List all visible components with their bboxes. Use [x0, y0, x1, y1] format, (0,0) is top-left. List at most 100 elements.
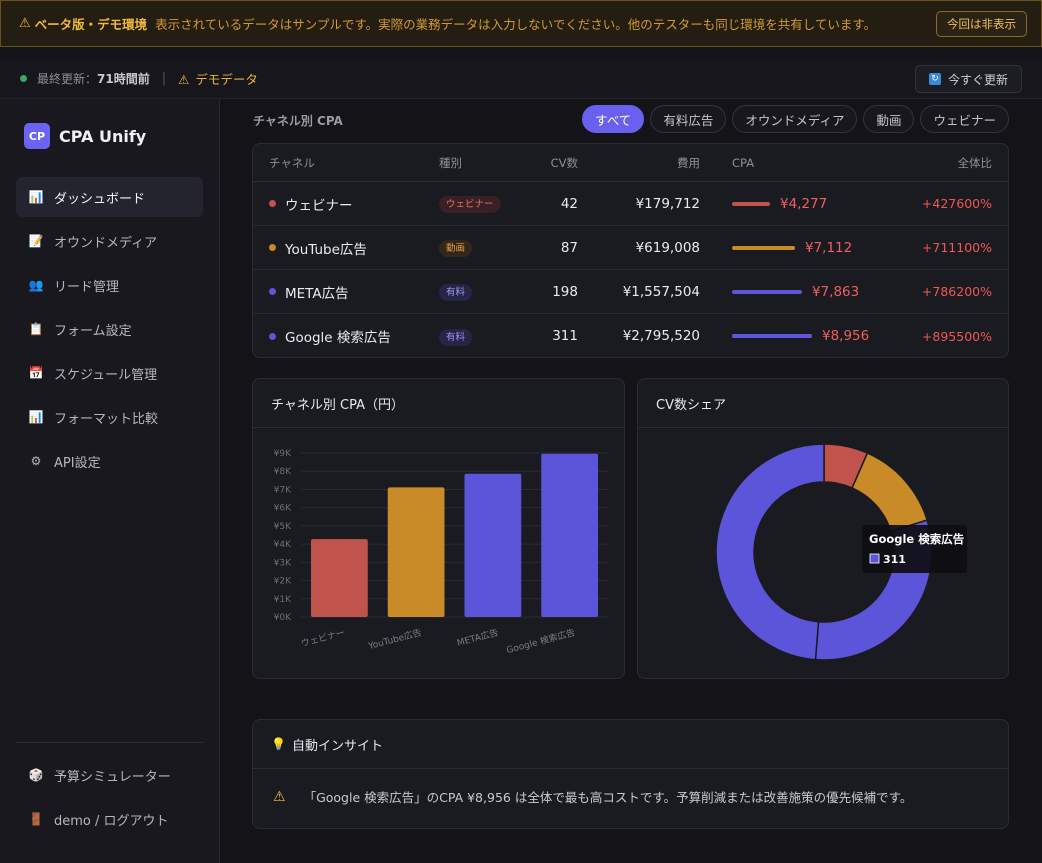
sidebar-item-label: ダッシュボード: [54, 191, 146, 207]
table-row[interactable]: Google 検索広告 有料 311 ¥2,795,520 ¥8,956 +895500%: [253, 314, 1008, 358]
donut-slice[interactable]: [715, 443, 825, 661]
warning-icon: ⚠: [178, 72, 190, 87]
brand[interactable]: CP CPA Unify: [24, 123, 146, 149]
banner-message: 表示されているデータはサンプルです。実際の業務データは入力しないでください。他の…: [155, 17, 877, 32]
table-row[interactable]: ウェビナー ウェビナー 42 ¥179,712 ¥4,277 +427600%: [253, 182, 1008, 226]
cpa-bar: [732, 201, 770, 206]
channel-name: ウェビナー: [285, 197, 353, 214]
refresh-icon: ↻: [928, 73, 941, 85]
table-row[interactable]: YouTube広告 動画 87 ¥619,008 ¥7,112 +711100%: [253, 226, 1008, 270]
warning-icon: ⚠: [273, 788, 286, 805]
cost-value: ¥2,795,520: [622, 328, 700, 344]
sidebar-item-5[interactable]: 📊 フォーマット比較: [16, 397, 203, 437]
channel-color-dot: [269, 200, 276, 207]
refresh-label: 今すぐ更新: [947, 72, 1008, 87]
sidebar-item-0[interactable]: 📊 ダッシュボード: [16, 177, 203, 217]
y-tick-label: ¥5K: [274, 522, 292, 532]
y-tick-label: ¥3K: [274, 558, 292, 568]
share-ratio: +895500%: [921, 328, 992, 344]
sidebar-item-6[interactable]: ⚙ API設定: [16, 441, 203, 481]
filter-chip[interactable]: オウンドメディア: [732, 105, 858, 133]
type-badge: 有料: [439, 328, 473, 346]
cv-count: 198: [552, 283, 578, 300]
sidebar-item-4[interactable]: 📅 スケジュール管理: [16, 353, 203, 393]
x-tick-label: YouTube広告: [366, 626, 423, 652]
refresh-now-button[interactable]: ↻ 今すぐ更新: [914, 65, 1022, 93]
cpa-value: ¥7,863: [812, 283, 860, 300]
insight-header: 💡 自動インサイト: [253, 720, 1008, 769]
bar-chart-icon: 📊: [28, 190, 44, 204]
door-icon: 🚪: [28, 812, 44, 826]
sidebar-nav: 📊 ダッシュボード 📝 オウンドメディア 👥 リード管理 📋 フォーム設定 📅 スケジュール管理 📊…: [16, 177, 203, 485]
bar[interactable]: [311, 539, 368, 617]
bar[interactable]: [464, 473, 522, 617]
y-tick-label: ¥1K: [274, 595, 292, 605]
type-badge: 動画: [439, 240, 473, 257]
column-header[interactable]: CPA: [732, 156, 754, 170]
cpa-cell: ¥7,863: [732, 284, 859, 300]
channel-cpa-table: チャネル 種別 CV数 費用 CPA 全体比 ウェビナー ウェビナー 42 ¥179,712 ¥4…: [252, 143, 1009, 358]
sidebar-bottom: 🎲 予算シミュレーター 🚪 demo / ログアウト: [16, 755, 203, 843]
cpa-bar: [732, 245, 795, 250]
chart-tooltip: Google 検索広告 311: [862, 525, 967, 573]
type-cell: 有料: [439, 284, 473, 301]
table-row[interactable]: META広告 有料 198 ¥1,557,504 ¥7,863 +786200%: [253, 270, 1008, 314]
cpa-bar: [732, 334, 812, 338]
sidebar-item-label: API設定: [54, 455, 101, 471]
sidebar-item-label: 予算シミュレーター: [54, 769, 171, 785]
type-badge: 有料: [439, 284, 473, 301]
sidebar-bottom-item-1[interactable]: 🚪 demo / ログアウト: [16, 799, 203, 839]
sidebar-divider: [16, 742, 203, 743]
sidebar-item-label: スケジュール管理: [54, 367, 158, 383]
tooltip-swatch: [869, 553, 880, 564]
y-tick-label: ¥4K: [274, 540, 292, 550]
bar[interactable]: [387, 487, 445, 617]
column-header[interactable]: 費用: [677, 155, 700, 171]
cv-share-donut-chart: Google 検索広告 311: [715, 443, 967, 661]
last-updated-label: 最終更新：: [37, 72, 98, 86]
table-body: ウェビナー ウェビナー 42 ¥179,712 ¥4,277 +427600% YouTub…: [253, 182, 1008, 358]
filter-chip[interactable]: ウェビナー: [920, 105, 1009, 133]
cv-share-card: CV数シェア Google 検索広告 311: [637, 378, 1009, 679]
channel-name: YouTube広告: [285, 241, 367, 258]
sidebar-item-1[interactable]: 📝 オウンドメディア: [16, 221, 203, 261]
column-header[interactable]: チャネル: [269, 155, 315, 171]
sidebar-item-label: リード管理: [54, 279, 120, 295]
cpa-cell: ¥4,277: [732, 196, 827, 212]
auto-insight-card: 💡 自動インサイト ⚠ 「Google 検索広告」のCPA ¥8,956 は全体…: [252, 719, 1009, 829]
demo-data-label: デモデータ: [195, 72, 258, 87]
column-header[interactable]: CV数: [551, 155, 578, 171]
cpa-bar-chart: ¥0K ¥1K ¥2K ¥3K ¥4K ¥5K ¥6K ¥7K ¥8K ¥9K ウェビナー YouTu…: [274, 449, 608, 656]
sidebar-item-2[interactable]: 👥 リード管理: [16, 265, 203, 305]
channel-name-cell: Google 検索広告: [269, 326, 391, 346]
clipboard-icon: 📋: [28, 322, 44, 336]
sidebar-item-label: フォーマット比較: [54, 411, 159, 427]
gear-icon: ⚙: [30, 454, 42, 468]
cost-value: ¥619,008: [635, 239, 700, 256]
column-header[interactable]: 全体比: [958, 155, 993, 171]
filter-chip[interactable]: すべて: [582, 105, 645, 133]
column-header[interactable]: 種別: [439, 155, 462, 171]
y-tick-label: ¥2K: [274, 577, 292, 587]
x-tick-label: ウェビナー: [300, 627, 346, 649]
cpa-bar: [732, 289, 802, 294]
sidebar-item-3[interactable]: 📋 フォーム設定: [16, 309, 203, 349]
cv-count: 311: [552, 328, 578, 344]
filter-chip[interactable]: 動画: [863, 105, 915, 133]
bar[interactable]: [541, 453, 598, 617]
cost-value: ¥179,712: [635, 195, 700, 212]
dismiss-banner-button[interactable]: 今回は非表示: [936, 10, 1027, 37]
filter-chip[interactable]: 有料広告: [650, 105, 727, 133]
type-cell: ウェビナー: [439, 196, 501, 213]
cpa-value: ¥4,277: [780, 195, 828, 212]
beta-banner: ⚠ ベータ版・デモ環境 表示されているデータはサンプルです。実際の業務データは入…: [0, 0, 1042, 47]
channel-name-cell: ウェビナー: [269, 194, 353, 214]
cpa-cell: ¥8,956: [732, 328, 869, 344]
bar-chart-title: チャネル別 CPA（円）: [253, 379, 624, 428]
x-tick-label: META広告: [456, 626, 500, 649]
tooltip-value: 311: [883, 553, 906, 566]
sidebar-bottom-item-0[interactable]: 🎲 予算シミュレーター: [16, 755, 203, 795]
donut-slice[interactable]: [851, 452, 929, 533]
channel-color-dot: [269, 244, 276, 251]
y-tick-label: ¥0K: [274, 613, 292, 623]
